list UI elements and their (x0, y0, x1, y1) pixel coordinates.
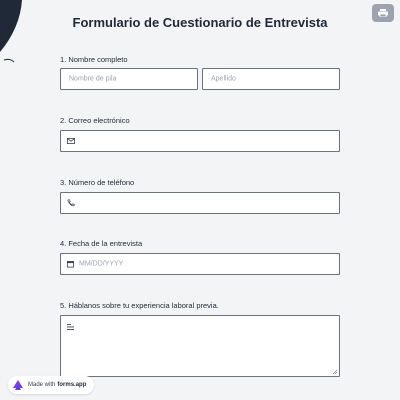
resize-handle-icon[interactable] (332, 369, 337, 374)
work-experience-textarea[interactable] (60, 315, 340, 377)
calendar-icon (67, 261, 74, 268)
made-with-label: Made with (28, 382, 56, 388)
first-name-placeholder: Nombre de pila (69, 75, 117, 83)
envelope-icon (67, 138, 75, 144)
forms-app-logo-icon (13, 380, 23, 390)
corner-decoration (0, 0, 22, 63)
brand-name: forms.app (57, 382, 87, 388)
question-label-work-experience: 5. Háblanos sobre tu experiencia laboral… (60, 301, 219, 310)
date-field[interactable]: MM/DD/YYYY (60, 253, 340, 275)
question-label-interview-date: 4. Fecha de la entrevista (60, 239, 143, 248)
question-label-phone: 3. Número de teléfono (60, 178, 135, 187)
email-field[interactable] (60, 130, 340, 152)
text-lines-icon (67, 324, 74, 330)
last-name-placeholder: Apellido (211, 75, 236, 83)
question-label-email: 2. Correo electrónico (60, 116, 130, 125)
question-label-full-name: 1. Nombre completo (60, 55, 128, 64)
last-name-input[interactable]: Apellido (202, 68, 340, 90)
made-with-badge[interactable]: Made with forms.app (8, 376, 95, 394)
form-title: Formulario de Cuestionario de Entrevista (72, 15, 328, 30)
phone-icon (67, 199, 75, 207)
first-name-input[interactable]: Nombre de pila (60, 68, 198, 90)
date-placeholder: MM/DD/YYYY (79, 260, 124, 268)
phone-field[interactable] (60, 192, 340, 214)
